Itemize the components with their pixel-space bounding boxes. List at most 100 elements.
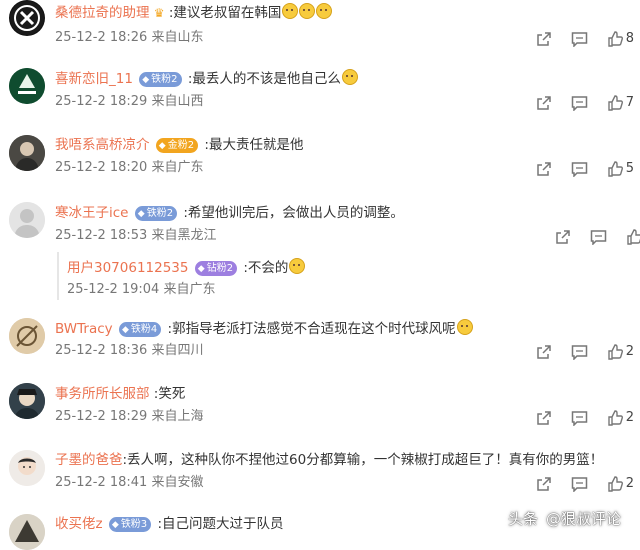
crown-icon: ♛ <box>153 6 165 20</box>
username[interactable]: 桑德拉奇的助理 <box>55 5 150 21</box>
location: 来自广东 <box>151 160 204 175</box>
comment-icon[interactable] <box>571 31 588 47</box>
emoji-icon <box>341 69 358 85</box>
username[interactable]: 事务所所长服部 <box>55 386 150 402</box>
share-icon[interactable] <box>536 95 552 111</box>
like-count: 2 <box>625 476 634 491</box>
comment-line: 我唔系高桥凉介 ◆ 金粉2 :最大责任就是他 <box>55 135 303 155</box>
comment-text: :自己问题大过于队员 <box>157 516 284 532</box>
avatar[interactable] <box>9 202 45 238</box>
share-icon[interactable] <box>536 161 552 177</box>
like-icon[interactable] <box>607 475 623 492</box>
reply-item: 用户30706112535 ◆ 钻粉2 :不会的 25-12-2 19:04 来自… <box>57 252 619 300</box>
fan-badge: ◆ 铁粉3 <box>108 517 152 532</box>
emoji-icon <box>299 3 316 19</box>
comment-line: 子墨的爸爸:丢人啊，这种队你不捏他过60分都算输，一个辣椒打成超巨了！真有你的男… <box>55 450 603 470</box>
watermark-platform: 头条 <box>508 510 539 528</box>
reply-meta: 25-12-2 19:04 来自广东 <box>67 278 216 297</box>
reply-username[interactable]: 用户30706112535 <box>67 260 188 276</box>
timestamp: 25-12-2 18:29 <box>55 94 148 109</box>
comment-icon[interactable] <box>571 476 588 492</box>
comment-text: :笑死 <box>153 386 186 402</box>
avatar[interactable] <box>9 450 45 486</box>
timestamp: 25-12-2 18:53 <box>55 228 148 243</box>
emoji-icon <box>282 3 299 19</box>
comment-actions: 2 <box>522 341 634 361</box>
location: 来自广东 <box>163 282 216 297</box>
avatar[interactable] <box>9 318 45 354</box>
comment-text: :最丢人的不该是他自己么 <box>187 71 341 87</box>
fan-badge: ◆ 铁粉2 <box>134 206 178 221</box>
username[interactable]: 寒冰王子ice <box>55 205 128 221</box>
comment-icon[interactable] <box>571 344 588 360</box>
like-count: 5 <box>625 161 634 176</box>
comment-icon[interactable] <box>571 95 588 111</box>
comment-meta: 25-12-2 18:29 来自山西 <box>55 92 204 112</box>
like-icon[interactable] <box>607 343 623 360</box>
location: 来自四川 <box>151 343 204 358</box>
timestamp: 25-12-2 18:36 <box>55 343 148 358</box>
share-icon[interactable] <box>536 344 552 360</box>
fan-badge: ◆ 铁粉4 <box>118 322 162 337</box>
like-count: 2 <box>625 410 634 425</box>
avatar[interactable] <box>9 135 45 171</box>
timestamp: 25-12-2 18:26 <box>55 30 148 45</box>
fan-badge: ◆ 铁粉2 <box>139 72 182 87</box>
emoji-icon <box>316 3 333 19</box>
watermark: 头条 @狠叔评论 <box>508 506 621 532</box>
comment-line: 事务所所长服部 :笑死 <box>55 384 185 404</box>
comment-text: :希望他训完后，会做出人员的调整。 <box>183 205 404 221</box>
comment-text: :丢人啊，这种队你不捏他过60分都算输，一个辣椒打成超巨了！真有你的男篮！ <box>122 452 604 468</box>
like-icon[interactable] <box>607 160 623 177</box>
username[interactable]: 子墨的爸爸 <box>55 452 123 468</box>
share-icon[interactable] <box>536 476 552 492</box>
comment-actions: 2 <box>522 473 634 493</box>
avatar[interactable] <box>9 0 45 36</box>
like-count: 7 <box>625 95 634 110</box>
share-icon[interactable] <box>536 31 552 47</box>
reply-line: 用户30706112535 ◆ 钻粉2 :不会的 <box>67 256 306 276</box>
share-icon[interactable] <box>555 229 571 245</box>
comment-actions: 2 <box>522 407 634 427</box>
fan-badge: ◆ 金粉2 <box>155 138 199 153</box>
like-count: 8 <box>625 31 634 46</box>
watermark-author: @狠叔评论 <box>546 510 622 528</box>
reply-text: :不会的 <box>243 260 289 276</box>
like-icon[interactable] <box>607 94 623 111</box>
comment-meta: 25-12-2 18:20 来自广东 <box>55 158 204 178</box>
username[interactable]: 收买佬z <box>55 516 103 532</box>
comment-actions: 5 <box>522 158 634 178</box>
comment-meta: 25-12-2 18:26 来自山东 <box>55 28 204 48</box>
timestamp: 25-12-2 18:20 <box>55 160 148 175</box>
comment-text: :最大责任就是他 <box>204 137 304 153</box>
username[interactable]: 喜新恋旧_11 <box>55 71 133 87</box>
avatar[interactable] <box>9 68 45 104</box>
fan-badge: ◆ 钻粉2 <box>194 261 238 276</box>
comment-actions: 8 <box>522 28 634 48</box>
location: 来自山东 <box>151 30 204 45</box>
comment-icon[interactable] <box>571 410 588 426</box>
avatar[interactable] <box>9 514 45 550</box>
username[interactable]: BWTracy <box>55 321 113 337</box>
comment-line: BWTracy ◆ 铁粉4 :郭指导老派打法感觉不合适现在这个时代球风呢 <box>55 319 473 339</box>
comment-meta: 25-12-2 18:36 来自四川 <box>55 341 204 361</box>
comment-meta: 25-12-2 18:53 来自黑龙江 <box>55 226 217 246</box>
comment-icon[interactable] <box>590 229 607 245</box>
username[interactable]: 我唔系高桥凉介 <box>55 137 150 153</box>
comment-line: 喜新恋旧_11 ◆ 铁粉2 :最丢人的不该是他自己么 <box>55 69 358 89</box>
like-icon[interactable] <box>626 228 640 245</box>
timestamp: 25-12-2 19:04 <box>67 282 160 297</box>
emoji-icon <box>289 258 306 274</box>
comment-icon[interactable] <box>571 161 588 177</box>
share-icon[interactable] <box>536 410 552 426</box>
avatar[interactable] <box>9 383 45 419</box>
location: 来自上海 <box>151 409 204 424</box>
emoji-icon <box>456 319 473 335</box>
timestamp: 25-12-2 18:41 <box>55 475 148 490</box>
comment-line: 桑德拉奇的助理 ♛ :建议老叔留在韩国 <box>55 3 333 23</box>
like-icon[interactable] <box>607 30 623 47</box>
comment-text: :郭指导老派打法感觉不合适现在这个时代球风呢 <box>167 321 456 337</box>
location: 来自山西 <box>151 94 204 109</box>
comment-meta: 25-12-2 18:29 来自上海 <box>55 407 204 427</box>
like-icon[interactable] <box>607 409 623 426</box>
